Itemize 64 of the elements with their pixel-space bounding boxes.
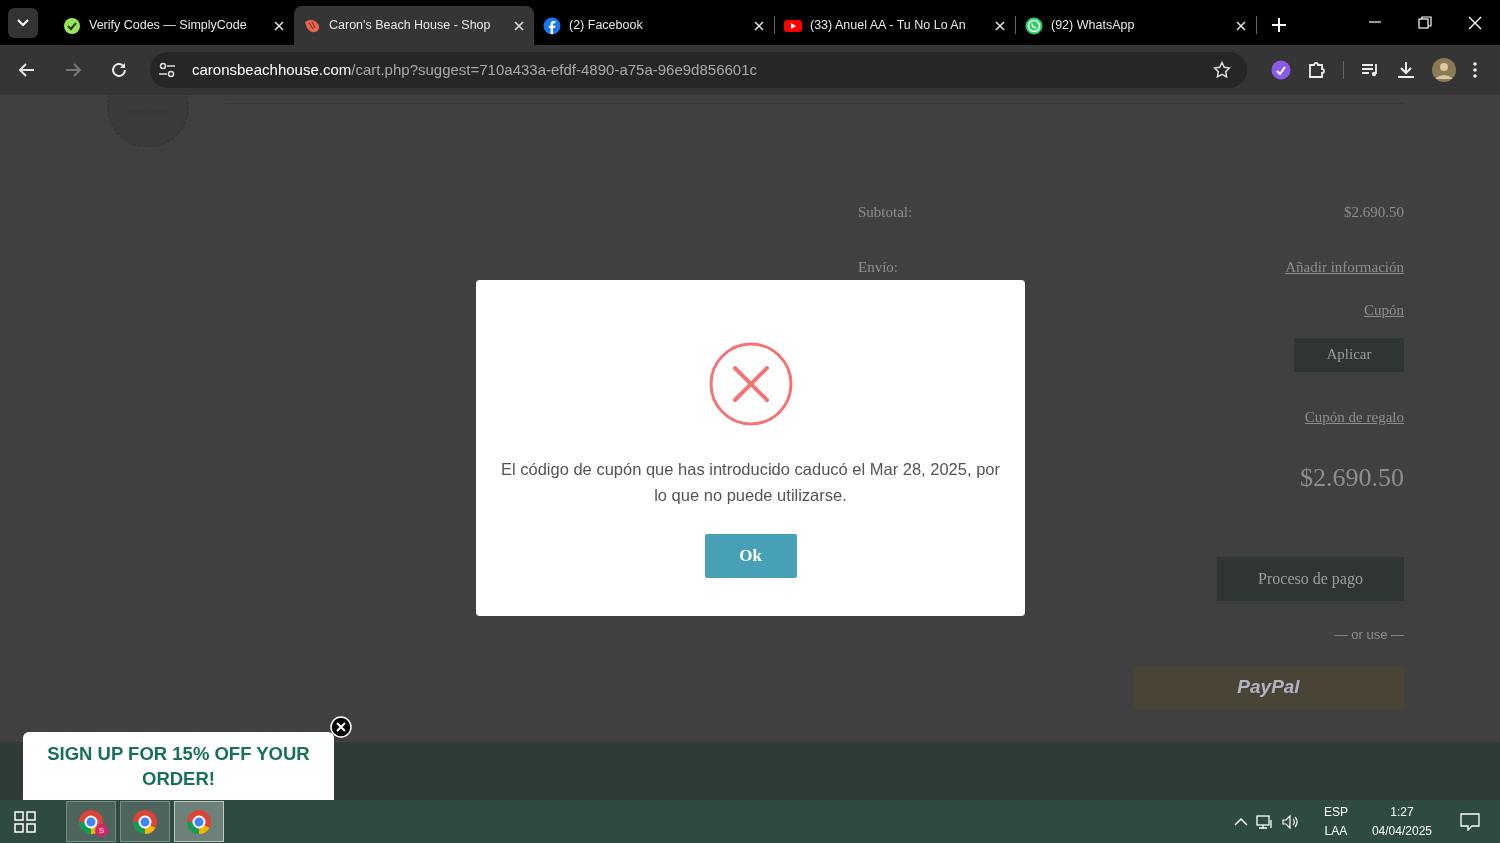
- url-text: caronsbeachhouse.com/cart.php?suggest=710a433a-efdf-4890-a75a-96e9d856601c: [192, 59, 758, 80]
- network-icon[interactable]: [1255, 813, 1274, 830]
- back-arrow-icon[interactable]: [18, 61, 36, 79]
- taskbar-app[interactable]: S: [66, 801, 116, 842]
- apply-button[interactable]: Aplicar: [1294, 337, 1404, 372]
- address-bar[interactable]: caronsbeachhouse.com/cart.php?suggest=710a433a-efdf-4890-a75a-96e9d856601c: [150, 52, 1247, 88]
- check-circle-icon: [63, 16, 81, 35]
- close-icon[interactable]: [1236, 21, 1246, 32]
- language-text: ESP: [1323, 803, 1348, 821]
- error-icon: [708, 342, 793, 426]
- tab-title: (33) Anuel AA - Tu No Lo An: [810, 17, 967, 35]
- summary-link[interactable]: Añadir información: [1285, 256, 1404, 279]
- site-info-icon[interactable]: [158, 61, 176, 79]
- checkout-button[interactable]: Proceso de pago: [1217, 557, 1404, 601]
- separator-text: — or use —: [1334, 626, 1404, 644]
- tab-title: Caron's Beach House - Shop: [329, 17, 492, 35]
- taskbar-app[interactable]: [174, 801, 224, 842]
- download-icon[interactable]: [1396, 60, 1416, 80]
- chrome-icon: [186, 808, 212, 835]
- tab-title: (92) WhatsApp: [1051, 17, 1136, 35]
- reload-icon[interactable]: [110, 61, 128, 79]
- chat-phone-icon: [1025, 16, 1043, 35]
- tab-search-button[interactable]: [8, 8, 38, 38]
- facebook-icon: [543, 16, 561, 35]
- tab-title: (2) Facebook: [569, 17, 644, 35]
- browser-tab[interactable]: Caron's Beach House - Shop: [294, 6, 534, 45]
- chrome-icon: [132, 808, 158, 835]
- summary-label: Envío:: [858, 258, 898, 278]
- paypal-button[interactable]: PayPal: [1133, 666, 1404, 709]
- close-icon[interactable]: [995, 21, 1005, 32]
- star-icon[interactable]: [1213, 61, 1231, 79]
- language-text: LAA: [1323, 822, 1348, 840]
- restore-icon[interactable]: [1418, 15, 1432, 30]
- extension-icon[interactable]: [1271, 60, 1291, 80]
- coupon-link[interactable]: Cupón: [1364, 299, 1404, 322]
- tab-title: Verify Codes — SimplyCode: [89, 17, 248, 35]
- browser-tab[interactable]: Verify Codes — SimplyCode: [54, 6, 294, 45]
- notification-icon[interactable]: [1460, 812, 1480, 831]
- taskbar-app[interactable]: [120, 801, 170, 842]
- close-icon[interactable]: [274, 21, 284, 32]
- clock-date[interactable]: 04/04/2025: [1371, 821, 1432, 841]
- profile-avatar-icon[interactable]: [1432, 58, 1456, 82]
- plus-icon: [1272, 17, 1286, 32]
- profile-badge: S: [95, 824, 108, 837]
- puzzle-icon[interactable]: [1307, 60, 1327, 80]
- chevron-up-icon[interactable]: [1233, 816, 1248, 827]
- clock-time[interactable]: 1:27: [1371, 802, 1432, 822]
- summary-value: $2.690.50: [1344, 203, 1404, 223]
- close-icon[interactable]: [754, 21, 764, 32]
- volume-icon[interactable]: [1281, 813, 1300, 830]
- gift-coupon-link[interactable]: Cupón de regalo: [1304, 405, 1404, 428]
- close-icon[interactable]: [514, 21, 524, 32]
- chrome-icon: [78, 808, 104, 835]
- total-amount: $2.690.50: [1300, 462, 1404, 494]
- menu-icon[interactable]: [1472, 61, 1478, 79]
- start-icon[interactable]: [14, 810, 36, 833]
- caret-down-icon: [17, 19, 29, 27]
- signup-banner[interactable]: SIGN UP FOR 15% OFF YOUR ORDER!: [23, 732, 334, 800]
- summary-label: Subtotal:: [858, 203, 913, 223]
- browser-tab[interactable]: (33) Anuel AA - Tu No Lo An: [775, 6, 1015, 45]
- dialog-message: El código de cupón que has introducido caducó el Mar 28, 2025, por lo que no puede utilizarse.: [500, 459, 1001, 506]
- ok-button[interactable]: Ok: [704, 534, 797, 578]
- browser-tab[interactable]: (2) Facebook: [534, 6, 774, 45]
- browser-tab[interactable]: (92) WhatsApp: [1016, 6, 1256, 45]
